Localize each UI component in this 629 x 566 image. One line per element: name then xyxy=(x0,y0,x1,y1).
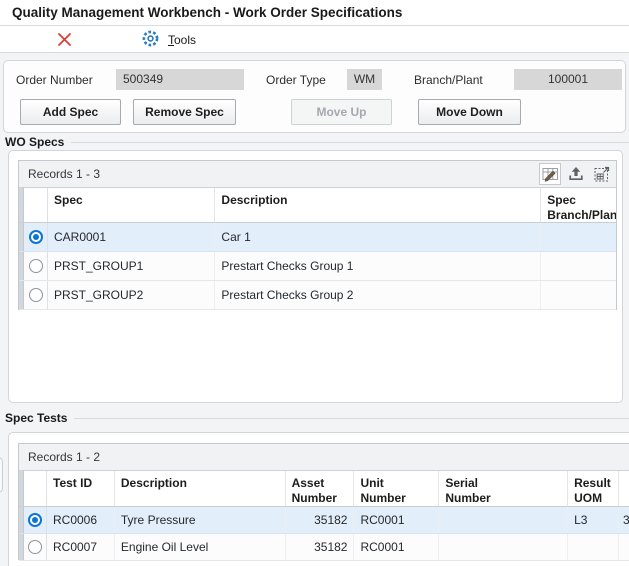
description-column-header[interactable]: Description xyxy=(215,188,541,222)
branch-plant-label: Branch/Plant xyxy=(414,70,483,90)
asset-number-column-header[interactable]: Asset Number xyxy=(286,471,355,506)
table-row[interactable]: CAR0001 Car 1 xyxy=(19,223,616,252)
clipped-cell xyxy=(619,534,629,560)
spec-tests-section-header: Spec Tests xyxy=(5,410,629,426)
remove-spec-button[interactable]: Remove Spec xyxy=(133,99,236,125)
table-row[interactable]: PRST_GROUP2 Prestart Checks Group 2 xyxy=(19,281,616,310)
spec-tests-header-row: Test ID Description Asset Number Unit Nu… xyxy=(19,471,629,507)
wo-specs-section-title: WO Specs xyxy=(5,135,64,149)
export-grid-icon[interactable] xyxy=(565,163,587,185)
row-select-radio[interactable] xyxy=(24,281,48,309)
clipped-panel-edge xyxy=(0,457,3,493)
row-select-radio[interactable] xyxy=(24,507,47,533)
select-column-header xyxy=(24,188,48,222)
spec-tests-records-bar: Records 1 - 2 xyxy=(19,444,629,471)
asset-number-cell: 35182 xyxy=(286,507,355,533)
description-cell: Prestart Checks Group 2 xyxy=(215,281,541,309)
move-up-button[interactable]: Move Up xyxy=(291,99,392,125)
move-down-button[interactable]: Move Down xyxy=(418,99,521,125)
test-id-cell: RC0007 xyxy=(47,534,115,560)
spec-cell: CAR0001 xyxy=(48,223,215,251)
tools-label: Tools xyxy=(168,33,196,47)
result-uom-column-header[interactable]: Result UOM xyxy=(568,471,619,506)
asset-number-cell: 35182 xyxy=(286,534,355,560)
clipped-column-header xyxy=(619,471,629,506)
wo-specs-records-label: Records 1 - 3 xyxy=(28,167,100,181)
spec-branch-plant-cell xyxy=(541,252,616,280)
wo-specs-records-bar: Records 1 - 3 xyxy=(19,161,616,188)
tools-menu[interactable]: Tools xyxy=(141,29,196,51)
order-number-field[interactable]: 500349 xyxy=(116,69,244,90)
branch-plant-field[interactable]: 100001 xyxy=(514,69,622,90)
description-column-header[interactable]: Description xyxy=(115,471,286,506)
clipped-cell: 3 xyxy=(619,507,629,533)
application-window: Quality Management Workbench - Work Orde… xyxy=(0,0,629,566)
unit-number-column-header[interactable]: Unit Number xyxy=(354,471,439,506)
spec-branch-plant-cell xyxy=(541,281,616,309)
spec-tests-section-title: Spec Tests xyxy=(5,411,67,425)
serial-number-cell xyxy=(439,534,568,560)
customize-grid-icon[interactable] xyxy=(539,163,561,185)
order-type-field[interactable]: WM xyxy=(347,69,382,90)
order-type-label: Order Type xyxy=(266,70,326,90)
spec-tests-records-label: Records 1 - 2 xyxy=(28,450,100,464)
serial-number-column-header[interactable]: Serial Number xyxy=(439,471,568,506)
spec-column-header[interactable]: Spec xyxy=(48,188,215,222)
page-title: Quality Management Workbench - Work Orde… xyxy=(12,5,402,20)
add-spec-button[interactable]: Add Spec xyxy=(20,99,121,125)
serial-number-cell xyxy=(439,507,568,533)
spec-tests-grid: Records 1 - 2 Test ID Description Asset … xyxy=(18,443,629,560)
wo-specs-section-header: WO Specs xyxy=(5,134,629,150)
test-id-column-header[interactable]: Test ID xyxy=(47,471,115,506)
test-id-cell: RC0006 xyxy=(47,507,115,533)
result-uom-cell xyxy=(568,534,619,560)
select-column-header xyxy=(24,471,47,506)
toolbar: Tools xyxy=(0,26,629,53)
unit-number-cell: RC0001 xyxy=(354,507,439,533)
row-select-radio[interactable] xyxy=(24,223,48,251)
order-number-label: Order Number xyxy=(16,70,93,90)
gear-icon xyxy=(141,29,160,51)
spec-branch-plant-cell xyxy=(541,223,616,251)
unit-number-cell: RC0001 xyxy=(354,534,439,560)
spec-cell: PRST_GROUP2 xyxy=(48,281,215,309)
wo-specs-grid: Records 1 - 3 xyxy=(18,160,617,310)
description-cell: Car 1 xyxy=(215,223,541,251)
description-cell: Engine Oil Level xyxy=(115,534,286,560)
table-row[interactable]: PRST_GROUP1 Prestart Checks Group 1 xyxy=(19,252,616,281)
titlebar: Quality Management Workbench - Work Orde… xyxy=(0,0,629,26)
description-cell: Tyre Pressure xyxy=(115,507,286,533)
row-select-radio[interactable] xyxy=(24,534,47,560)
description-cell: Prestart Checks Group 1 xyxy=(215,252,541,280)
close-icon[interactable] xyxy=(56,31,76,49)
result-uom-cell: L3 xyxy=(568,507,619,533)
row-select-radio[interactable] xyxy=(24,252,48,280)
wo-specs-header-row: Spec Description Spec Branch/Plant xyxy=(19,188,616,223)
spec-branch-plant-column-header[interactable]: Spec Branch/Plant xyxy=(541,188,616,222)
wo-specs-grid-toolbar xyxy=(539,163,613,185)
table-row[interactable]: RC0007 Engine Oil Level 35182 RC0001 xyxy=(19,534,629,561)
expand-grid-icon[interactable] xyxy=(591,163,613,185)
table-row[interactable]: RC0006 Tyre Pressure 35182 RC0001 L3 3 xyxy=(19,507,629,534)
spec-cell: PRST_GROUP1 xyxy=(48,252,215,280)
